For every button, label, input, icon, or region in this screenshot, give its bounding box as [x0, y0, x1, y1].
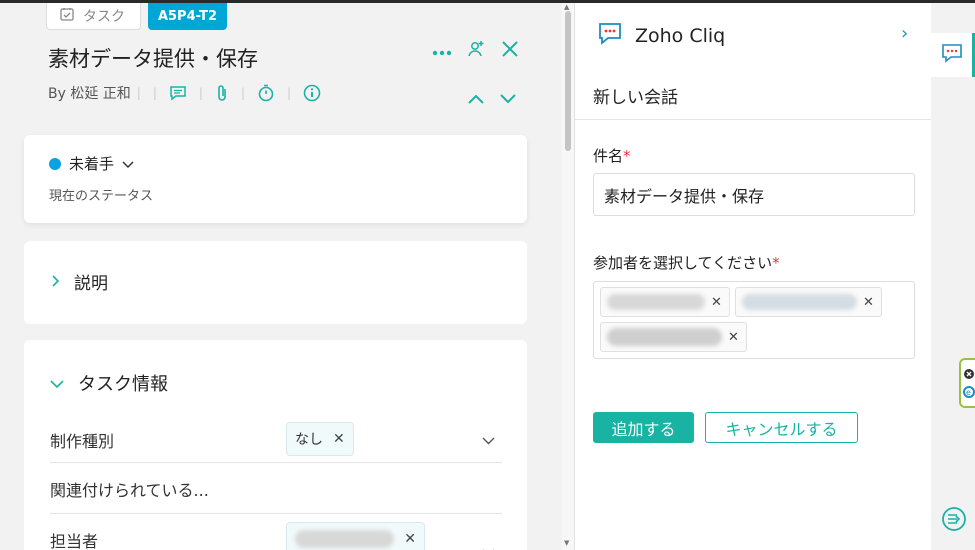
status-dot [49, 157, 61, 170]
description-toggle[interactable]: 説明 [52, 269, 108, 294]
chevron-down-icon[interactable] [482, 430, 495, 449]
field-label: 担当者 [50, 532, 99, 550]
field-label: 関連付けられている... [50, 481, 209, 500]
cancel-button[interactable]: キャンセルする [705, 412, 858, 443]
chat-icon [941, 43, 963, 67]
separator: | [136, 86, 141, 100]
field-label: 制作種別 [50, 432, 115, 451]
participants-label: 参加者を選択してください* [593, 252, 780, 273]
chevron-right-icon[interactable]: › [901, 23, 908, 44]
participants-selector[interactable]: ✕ ✕ ✕ [593, 281, 915, 359]
panel-subtitle: 新しい会話 [593, 88, 678, 108]
timer-icon[interactable] [257, 84, 275, 102]
scroll-down-icon[interactable]: ▼ [564, 539, 569, 547]
chevron-down-icon [50, 373, 64, 394]
task-meta-row: By 松延 正和 | | | | | [48, 83, 327, 103]
chevron-down-icon [122, 155, 134, 173]
assign-user-icon[interactable] [466, 39, 486, 63]
next-task-icon[interactable] [498, 91, 518, 110]
comment-icon[interactable] [169, 85, 187, 101]
chevron-right-icon [52, 272, 60, 292]
task-info-toggle[interactable]: タスク情報 [50, 370, 168, 396]
participant-name-redacted [742, 294, 857, 310]
task-info-card: タスク情報 制作種別 なし ✕ 関連付けられている... 担当者 ✕ [24, 340, 527, 550]
assignee-chip[interactable]: ✕ [286, 522, 425, 550]
field-assignee: 担当者 ✕ [50, 522, 502, 550]
participant-chip[interactable]: ✕ [735, 287, 882, 317]
created-by: By 松延 正和 [48, 86, 131, 102]
participants-label-text: 参加者を選択してください [593, 254, 773, 272]
status-value: 未着手 [69, 155, 115, 173]
scroll-up-icon[interactable]: ▲ [564, 3, 569, 11]
remove-icon[interactable]: ✕ [404, 531, 416, 547]
cliq-header: Zoho Cliq [597, 21, 725, 50]
description-label: 説明 [74, 274, 108, 294]
separator: | [152, 86, 157, 100]
assignee-name-redacted [295, 530, 395, 548]
task-id-badge[interactable]: A5P4-T2 [148, 3, 227, 30]
remove-icon[interactable]: ✕ [863, 295, 874, 310]
scroll-thumb[interactable] [565, 11, 571, 151]
expand-panel-icon[interactable] [941, 506, 967, 536]
task-type-label: タスク [83, 9, 125, 25]
chip-label: なし [295, 432, 323, 448]
app-name: Zoho Cliq [635, 24, 726, 47]
required-mark: * [623, 147, 631, 165]
svg-text:e: e [966, 388, 971, 397]
extension-badge[interactable]: e [959, 358, 975, 408]
remove-icon[interactable]: ✕ [333, 431, 345, 447]
remove-icon[interactable]: ✕ [711, 295, 722, 310]
top-border [0, 0, 975, 3]
chevron-down-icon[interactable] [482, 542, 495, 550]
attachment-icon[interactable] [215, 84, 229, 102]
task-detail-panel: タスク A5P4-T2 素材データ提供・保存 By 松延 正和 | | | | … [0, 3, 562, 550]
previous-task-icon[interactable] [466, 91, 486, 110]
description-card: 説明 [24, 241, 527, 324]
divider [50, 462, 502, 463]
participant-chip[interactable]: ✕ [600, 322, 747, 352]
participant-name-redacted [607, 328, 722, 346]
status-card: 未着手 現在のステータス [24, 135, 527, 223]
participant-chip[interactable]: ✕ [600, 287, 730, 317]
scrollbar[interactable]: ▲ ▼ [562, 3, 574, 550]
remove-icon[interactable]: ✕ [728, 330, 739, 345]
close-icon[interactable] [500, 39, 520, 63]
subject-label: 件名* [593, 145, 631, 166]
task-icon [59, 6, 75, 26]
field-production-type: 制作種別 なし ✕ [50, 422, 502, 462]
add-button[interactable]: 追加する [593, 412, 694, 443]
subject-input[interactable]: 素材データ提供・保存 [593, 173, 915, 216]
participant-name-redacted [607, 294, 705, 310]
chat-icon [597, 21, 623, 50]
task-navigation [466, 91, 518, 110]
value-chip[interactable]: なし ✕ [286, 422, 354, 456]
header-actions [432, 39, 520, 63]
cliq-tab[interactable] [931, 33, 975, 77]
separator: | [198, 86, 203, 100]
cliq-panel: Zoho Cliq › 新しい会話 件名* 素材データ提供・保存 参加者を選択し… [574, 3, 932, 550]
separator: | [286, 86, 292, 100]
status-dropdown[interactable]: 未着手 [49, 153, 134, 174]
task-type-tag: タスク [46, 3, 141, 30]
required-mark: * [772, 254, 780, 272]
task-title[interactable]: 素材データ提供・保存 [48, 43, 258, 73]
field-linked: 関連付けられている... [50, 477, 502, 507]
more-icon[interactable] [432, 42, 452, 61]
info-icon[interactable] [303, 84, 321, 102]
subject-value: 素材データ提供・保存 [604, 186, 765, 206]
task-info-heading: タスク情報 [78, 374, 168, 395]
side-strip: e [931, 3, 975, 550]
subject-label-text: 件名 [593, 147, 624, 165]
status-caption: 現在のステータス [49, 189, 154, 204]
separator: | [240, 86, 245, 100]
divider [575, 119, 932, 120]
divider [50, 513, 502, 514]
